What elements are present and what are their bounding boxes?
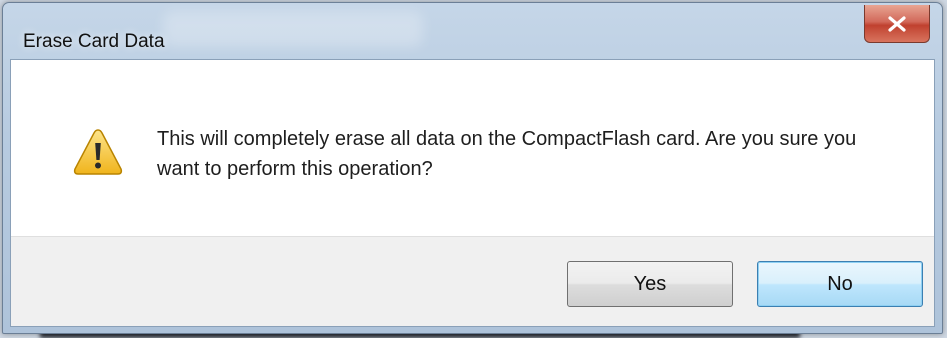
no-button[interactable]: No (757, 261, 923, 307)
dialog-title: Erase Card Data (23, 31, 165, 52)
button-bar: Yes No (11, 236, 934, 326)
message-area: This will completely erase all data on t… (11, 60, 934, 236)
dialog-content: This will completely erase all data on t… (10, 59, 935, 327)
yes-button[interactable]: Yes (567, 261, 733, 307)
warning-icon (73, 129, 123, 175)
title-bar-glass (163, 11, 423, 47)
message-text: This will completely erase all data on t… (157, 128, 857, 180)
close-x-icon (888, 15, 906, 32)
close-button[interactable] (864, 5, 930, 43)
erase-card-dialog: Erase Card Data This will completely era… (2, 2, 943, 334)
